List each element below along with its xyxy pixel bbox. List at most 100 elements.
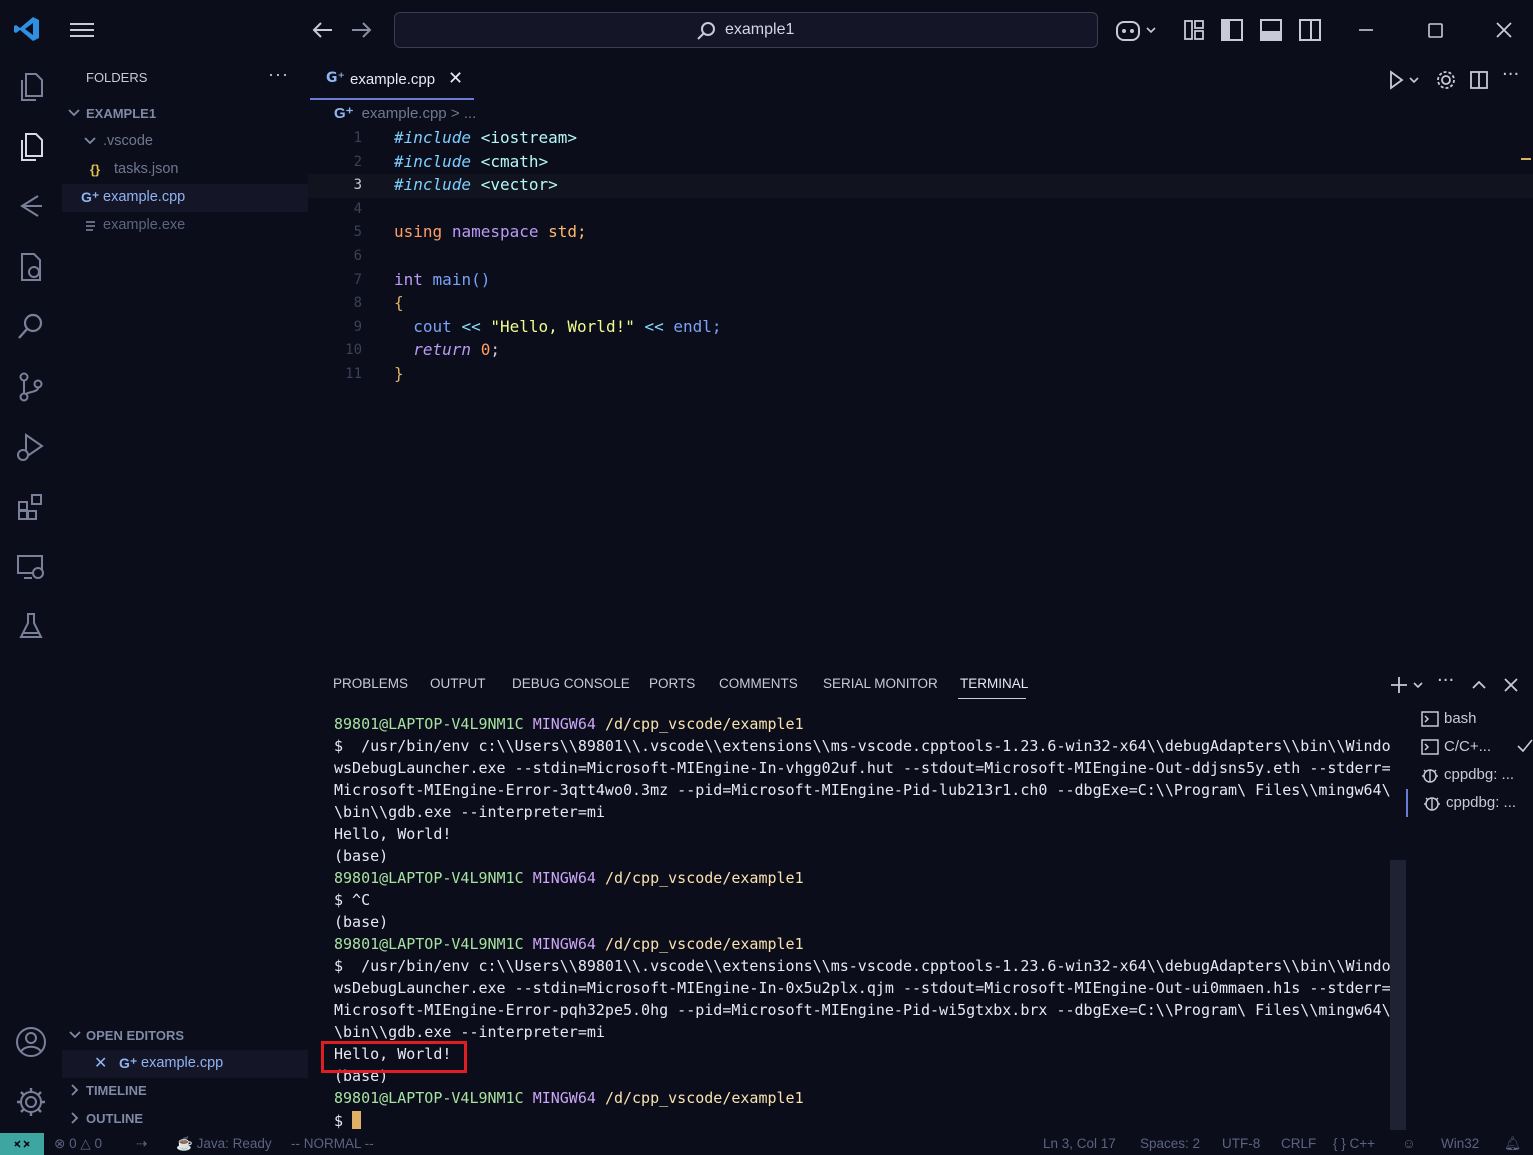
token-return: return — [413, 340, 472, 360]
tree-item-vscode[interactable]: .vscode — [62, 128, 308, 156]
tree-item-label: example.cpp — [103, 189, 186, 205]
testing-flask-icon[interactable] — [14, 610, 48, 644]
toggle-panel-icon[interactable] — [1257, 16, 1285, 44]
tree-item-example-cpp[interactable]: G⁺ example.cpp — [62, 184, 308, 212]
extensions-icon[interactable] — [14, 490, 48, 524]
run-dropdown-icon[interactable] — [1386, 68, 1426, 92]
copilot-icon[interactable] — [1114, 16, 1160, 44]
section-label: OPEN EDITORS — [86, 1028, 185, 1043]
folder-root-example1[interactable]: EXAMPLE1 — [62, 100, 308, 128]
java-status[interactable]: ☕ Java: Ready — [176, 1136, 272, 1152]
editor-area: G⁺ example.cpp ✕ ··· G⁺ example.cpp > ...… — [308, 60, 1533, 660]
new-terminal-plus-icon[interactable] — [1388, 674, 1428, 696]
run-debug-icon[interactable] — [14, 430, 48, 464]
prompt-system: MINGW64 — [532, 715, 596, 733]
minimize-icon[interactable] — [1346, 14, 1386, 46]
explorer-files-icon[interactable] — [14, 70, 48, 104]
tab-terminal[interactable]: TERMINAL — [960, 676, 1028, 691]
timeline-icon[interactable] — [14, 190, 48, 224]
line-number: 2 — [353, 153, 362, 170]
remote-indicator[interactable] — [0, 1133, 44, 1155]
accounts-icon[interactable] — [14, 1025, 48, 1059]
split-editor-icon[interactable] — [1467, 68, 1491, 92]
line-number: 7 — [353, 271, 362, 288]
cpp-file-icon: G⁺ — [326, 70, 345, 86]
outline-header[interactable]: OUTLINE — [62, 1105, 308, 1133]
line-number: 9 — [353, 318, 362, 335]
check-icon — [1517, 739, 1533, 753]
terminal-output[interactable]: 89801@LAPTOP-V4L9NM1C MINGW64 /d/cpp_vsc… — [334, 715, 1392, 1133]
terminal-item-cppdbg-1[interactable]: cppdbg: ... — [1406, 761, 1533, 789]
tab-debug-console[interactable]: DEBUG CONSOLE — [512, 676, 630, 691]
maximize-panel-chevron-up-icon[interactable] — [1468, 674, 1490, 696]
back-arrow-icon[interactable] — [308, 16, 338, 44]
toggle-primary-sidebar-icon[interactable] — [1218, 16, 1246, 44]
tab-problems[interactable]: PROBLEMS — [333, 676, 408, 691]
terminal-cursor — [352, 1111, 362, 1129]
command-center-search[interactable]: example1 — [394, 12, 1098, 48]
open-editor-example-cpp[interactable]: ✕ G⁺ example.cpp — [62, 1050, 308, 1078]
tree-item-tasks-json[interactable]: {} tasks.json — [62, 156, 308, 184]
end-of-line[interactable]: CRLF — [1281, 1136, 1316, 1151]
terminal-item-bash[interactable]: bash — [1406, 705, 1533, 733]
explorer-active-icon[interactable] — [14, 130, 48, 164]
line-number: 11 — [345, 366, 362, 382]
editor-settings-gear-icon[interactable] — [1434, 68, 1458, 92]
port-forward-icon[interactable]: ⇢ — [136, 1136, 147, 1152]
terminal-prompt-line: 89801@LAPTOP-V4L9NM1C MINGW64 /d/cpp_vsc… — [334, 935, 804, 957]
terminal-item-label: cppdbg: ... — [1444, 766, 1515, 783]
encoding[interactable]: UTF-8 — [1222, 1136, 1260, 1151]
line-number: 5 — [353, 224, 362, 241]
remote-explorer-icon[interactable] — [14, 550, 48, 584]
language-mode[interactable]: { } C++ — [1333, 1136, 1375, 1151]
code-line: 9 cout << "Hello, World!" << endl; — [308, 316, 1533, 340]
more-editor-actions-icon[interactable]: ··· — [1502, 64, 1526, 88]
tree-item-example-exe[interactable]: example.exe — [62, 212, 308, 240]
source-control-icon[interactable] — [14, 370, 48, 404]
tab-comments[interactable]: COMMENTS — [719, 676, 798, 691]
terminal-item-cppdbg-2[interactable]: cppdbg: ... — [1406, 789, 1533, 817]
close-window-icon[interactable] — [1484, 14, 1524, 46]
terminal-item-cpp-task[interactable]: C/C+... — [1406, 733, 1533, 761]
close-panel-icon[interactable] — [1500, 674, 1522, 696]
more-actions-icon[interactable]: ··· — [268, 64, 289, 85]
token-op: << — [644, 316, 664, 336]
highlight-box — [321, 1041, 467, 1073]
layout-customize-icon[interactable] — [1180, 16, 1208, 44]
terminal-scrollbar[interactable] — [1390, 860, 1406, 1130]
platform[interactable]: Win32 — [1441, 1136, 1479, 1151]
open-editors-header[interactable]: OPEN EDITORS — [62, 1022, 308, 1050]
vscode-logo-icon[interactable] — [12, 14, 42, 44]
indentation[interactable]: Spaces: 2 — [1140, 1136, 1200, 1151]
tab-serial-monitor[interactable]: SERIAL MONITOR — [823, 676, 938, 691]
close-tab-icon[interactable]: ✕ — [448, 68, 463, 89]
terminal-line: (base) — [334, 847, 389, 865]
token-semicolon: ; — [490, 340, 500, 360]
search-sidebar-icon[interactable] — [14, 310, 48, 344]
title-bar: example1 — [0, 0, 1533, 60]
breadcrumb[interactable]: G⁺ example.cpp > ... — [334, 104, 476, 122]
copilot-status-icon[interactable]: ☺ — [1402, 1136, 1416, 1151]
toggle-secondary-sidebar-icon[interactable] — [1296, 16, 1324, 44]
settings-gear-icon[interactable] — [14, 1085, 48, 1119]
tab-ports[interactable]: PORTS — [649, 676, 695, 691]
code-line: 10 return 0; — [308, 339, 1533, 363]
close-editor-icon[interactable]: ✕ — [94, 1053, 107, 1073]
more-panel-actions-icon[interactable]: ··· — [1437, 670, 1459, 692]
tab-output[interactable]: OUTPUT — [430, 676, 486, 691]
terminal-line: $ /usr/bin/env c:\\Users\\89801\\.vscode… — [334, 737, 1391, 755]
cpp-config-icon[interactable] — [14, 250, 48, 284]
token-using: using — [394, 222, 443, 242]
cursor-position[interactable]: Ln 3, Col 17 — [1043, 1136, 1116, 1151]
prompt-user: 89801@LAPTOP-V4L9NM1C — [334, 935, 524, 953]
line-number: 4 — [353, 200, 362, 217]
hamburger-menu-icon[interactable] — [66, 18, 98, 42]
timeline-header[interactable]: TIMELINE — [62, 1077, 308, 1105]
code-line: 7 int main() — [308, 269, 1533, 293]
tab-example-cpp[interactable]: G⁺ example.cpp ✕ — [310, 60, 474, 100]
maximize-icon[interactable] — [1415, 14, 1455, 46]
token-int: int — [394, 269, 423, 289]
notifications-bell-icon[interactable]: 🔔︎ — [1504, 1136, 1521, 1152]
problems-indicator[interactable]: ⊗ 0 △ 0 — [54, 1136, 102, 1152]
forward-arrow-icon[interactable] — [346, 16, 376, 44]
